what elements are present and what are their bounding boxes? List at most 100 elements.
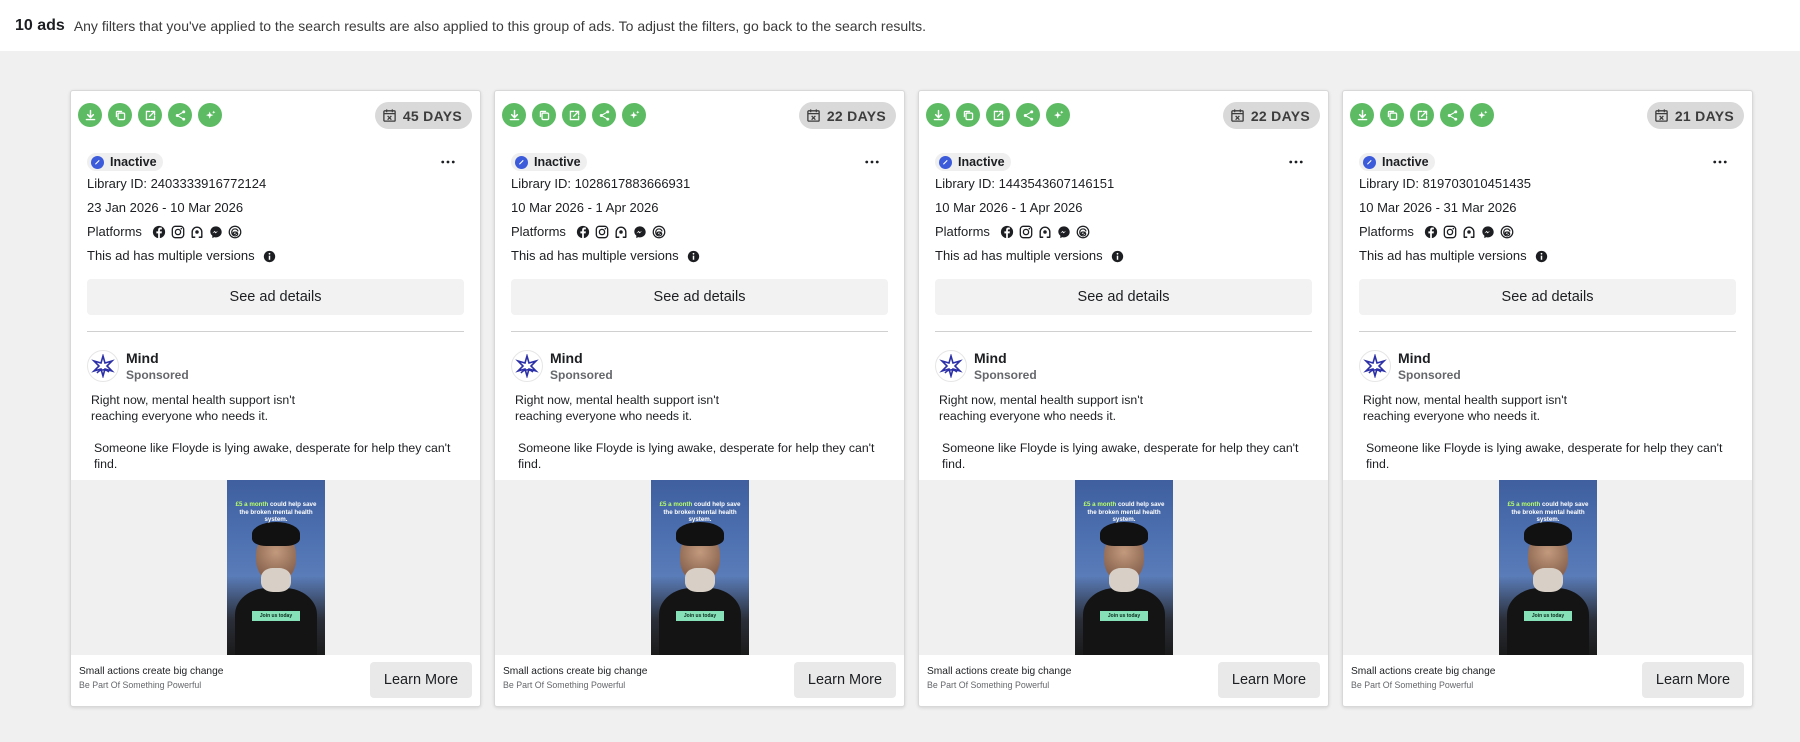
open-external-button[interactable] [986, 103, 1010, 127]
see-ad-details-button[interactable]: See ad details [511, 279, 888, 315]
more-options-button[interactable] [858, 152, 886, 172]
platforms-label: Platforms [935, 224, 990, 239]
see-ad-details-button[interactable]: See ad details [1359, 279, 1736, 315]
ad-creative-image[interactable]: £5 a month could help save the broken me… [1499, 480, 1597, 655]
image-cta-text: Join us today [252, 611, 300, 621]
ad-body-paragraph-2: Someone like Floyde is lying awake, desp… [942, 441, 1299, 471]
platforms-row: Platforms [935, 220, 1312, 244]
advertiser-avatar[interactable] [935, 350, 967, 382]
ai-analyze-button[interactable] [198, 103, 222, 127]
open-external-button[interactable] [138, 103, 162, 127]
advertiser-name[interactable]: Mind [550, 350, 583, 366]
threads-icon [1076, 225, 1090, 239]
ad-body-text: Right now, mental health support isn't r… [91, 392, 471, 488]
info-icon[interactable] [1535, 250, 1548, 263]
download-button[interactable] [1350, 103, 1374, 127]
sparkle-icon [629, 110, 639, 119]
share-button[interactable] [168, 103, 192, 127]
open-external-button[interactable] [1410, 103, 1434, 127]
messenger-icon [634, 226, 646, 239]
advertiser-avatar[interactable] [511, 350, 543, 382]
versions-row: This ad has multiple versions [1359, 244, 1736, 268]
days-active-badge: 21 DAYS [1646, 102, 1744, 129]
advertiser-name[interactable]: Mind [974, 350, 1007, 366]
ad-card: 22 DAYS Inactive Library ID: 14435436071… [918, 90, 1329, 707]
calendar-x-icon [1231, 109, 1244, 122]
divider [511, 331, 888, 332]
see-ad-details-button[interactable]: See ad details [935, 279, 1312, 315]
download-button[interactable] [502, 103, 526, 127]
open-external-button[interactable] [562, 103, 586, 127]
versions-row: This ad has multiple versions [87, 244, 464, 268]
ai-analyze-button[interactable] [622, 103, 646, 127]
days-active-badge: 22 DAYS [798, 102, 896, 129]
status-label: Inactive [958, 155, 1005, 169]
ad-footer: Small actions create big change Be Part … [1343, 655, 1752, 706]
sparkle-icon [1053, 110, 1063, 119]
run-dates: 10 Mar 2026 - 31 Mar 2026 [1359, 200, 1517, 215]
advertiser-name[interactable]: Mind [1398, 350, 1431, 366]
status-row: Inactive [1359, 152, 1736, 172]
copy-button[interactable] [956, 103, 980, 127]
copy-button[interactable] [532, 103, 556, 127]
messenger-icon [1058, 226, 1070, 239]
ad-body-text: Right now, mental health support isn't r… [939, 392, 1319, 488]
download-icon [85, 109, 95, 120]
more-options-button[interactable] [1282, 152, 1310, 172]
learn-more-button[interactable]: Learn More [370, 662, 472, 698]
share-button[interactable] [1016, 103, 1040, 127]
link-headline: Small actions create big change [503, 666, 648, 677]
learn-more-button[interactable]: Learn More [1642, 662, 1744, 698]
share-button[interactable] [1440, 103, 1464, 127]
learn-more-button[interactable]: Learn More [1218, 662, 1320, 698]
ad-body-text: Right now, mental health support isn't r… [515, 392, 895, 488]
instagram-icon [1019, 225, 1033, 239]
ad-body-paragraph-1: Right now, mental health support isn't r… [1363, 393, 1567, 423]
ai-analyze-button[interactable] [1046, 103, 1070, 127]
ad-body-paragraph-2: Someone like Floyde is lying awake, desp… [94, 441, 451, 471]
card-toolbar [1350, 103, 1494, 127]
status-label: Inactive [110, 155, 157, 169]
info-icon[interactable] [263, 250, 276, 263]
link-headline: Small actions create big change [927, 666, 1072, 677]
card-toolbar [502, 103, 646, 127]
advertiser-avatar[interactable] [1359, 350, 1391, 382]
ad-media: £5 a month could help save the broken me… [919, 480, 1328, 655]
share-button[interactable] [592, 103, 616, 127]
ad-creative-image[interactable]: £5 a month could help save the broken me… [1075, 480, 1173, 655]
ad-creative-image[interactable]: £5 a month could help save the broken me… [227, 480, 325, 655]
ellipsis-icon [1289, 160, 1303, 164]
copy-button[interactable] [108, 103, 132, 127]
messenger-icon [1482, 226, 1494, 239]
ad-body-paragraph-1: Right now, mental health support isn't r… [515, 393, 719, 423]
more-options-button[interactable] [1706, 152, 1734, 172]
card-toolbar [926, 103, 1070, 127]
status-row: Inactive [935, 152, 1312, 172]
status-badge: Inactive [1359, 153, 1435, 171]
ai-analyze-button[interactable] [1470, 103, 1494, 127]
ad-body-paragraph-1: Right now, mental health support isn't r… [91, 393, 295, 423]
advertiser-avatar[interactable] [87, 350, 119, 382]
instagram-icon [595, 225, 609, 239]
download-button[interactable] [78, 103, 102, 127]
facebook-icon [576, 225, 590, 239]
download-button[interactable] [926, 103, 950, 127]
open-external-icon [993, 110, 1003, 120]
see-ad-details-button[interactable]: See ad details [87, 279, 464, 315]
info-icon[interactable] [687, 250, 700, 263]
ad-footer: Small actions create big change Be Part … [919, 655, 1328, 706]
ad-creative-image[interactable]: £5 a month could help save the broken me… [651, 480, 749, 655]
calendar-x-icon [807, 109, 820, 122]
more-options-button[interactable] [434, 152, 462, 172]
copy-icon [963, 110, 973, 120]
advertiser-name[interactable]: Mind [126, 350, 159, 366]
messenger-icon [210, 226, 222, 239]
download-icon [933, 109, 943, 120]
learn-more-button[interactable]: Learn More [794, 662, 896, 698]
link-description: Be Part Of Something Powerful [927, 680, 1050, 690]
ad-info: Inactive Library ID: 1028617883666931 10… [511, 152, 888, 268]
copy-button[interactable] [1380, 103, 1404, 127]
ad-footer: Small actions create big change Be Part … [71, 655, 480, 706]
status-row: Inactive [87, 152, 464, 172]
info-icon[interactable] [1111, 250, 1124, 263]
